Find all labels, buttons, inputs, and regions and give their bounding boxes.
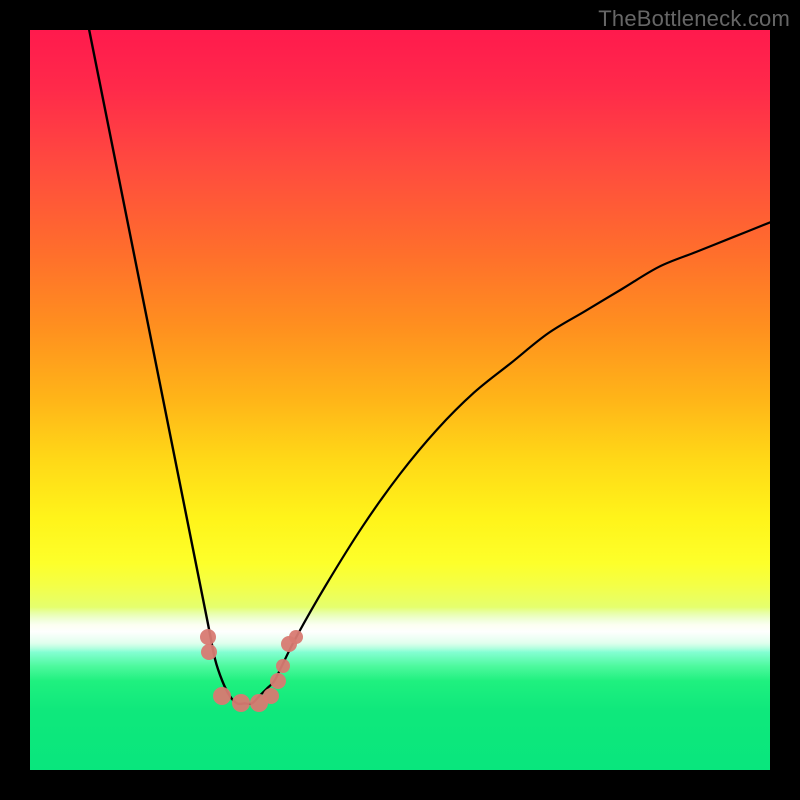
chart-stage: TheBottleneck.com — [0, 0, 800, 800]
data-marker — [289, 630, 303, 644]
data-marker — [213, 687, 231, 705]
data-marker — [263, 688, 279, 704]
data-marker — [200, 629, 216, 645]
curve-layer — [30, 30, 770, 770]
curve-right — [245, 222, 770, 704]
curve-left — [89, 30, 244, 704]
data-marker — [232, 694, 250, 712]
data-marker — [270, 673, 286, 689]
data-marker — [276, 659, 290, 673]
data-marker — [201, 644, 217, 660]
plot-area — [30, 30, 770, 770]
watermark-label: TheBottleneck.com — [598, 6, 790, 32]
